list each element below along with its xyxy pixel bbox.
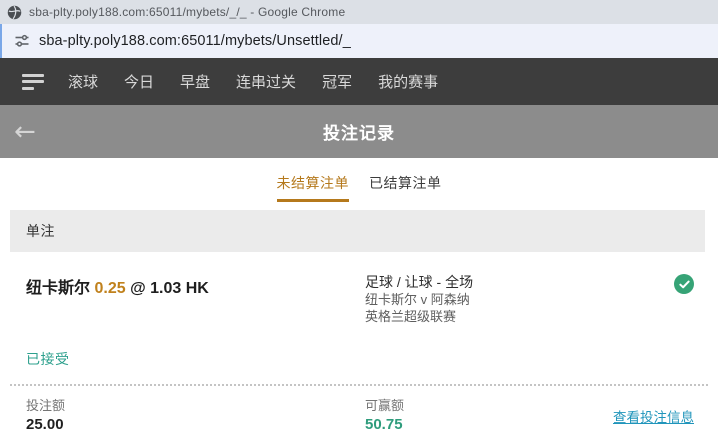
section-title: 单注 bbox=[26, 223, 55, 239]
win-column: 可赢额 50.75 bbox=[365, 397, 613, 434]
window-titlebar: sba-plty.poly188.com:65011/mybets/_/_ - … bbox=[0, 0, 718, 24]
bet-card: 纽卡斯尔 0.25 @ 1.03 HK 足球 / 让球 - 全场 纽卡斯尔 v … bbox=[0, 252, 718, 436]
bet-at-symbol: @ bbox=[130, 280, 146, 297]
bet-event-info: 足球 / 让球 - 全场 纽卡斯尔 v 阿森纳 英格兰超级联赛 bbox=[365, 274, 666, 325]
nav-item-inplay[interactable]: 滚球 bbox=[68, 71, 98, 92]
sports-navbar: 滚球 今日 早盘 连串过关 冠军 我的赛事 bbox=[0, 58, 718, 105]
address-bar[interactable]: sba-plty.poly188.com:65011/mybets/Unsett… bbox=[0, 24, 718, 58]
check-circle-icon bbox=[674, 274, 694, 294]
globe-favicon-icon bbox=[7, 5, 22, 19]
url-text[interactable]: sba-plty.poly188.com:65011/mybets/Unsett… bbox=[39, 33, 351, 49]
view-bet-details-link[interactable]: 查看投注信息 bbox=[613, 406, 694, 426]
page-header: ← 投注记录 bbox=[0, 105, 718, 158]
nav-item-outright[interactable]: 冠军 bbox=[322, 71, 352, 92]
win-value: 50.75 bbox=[365, 416, 403, 433]
nav-item-my-events[interactable]: 我的赛事 bbox=[378, 71, 438, 92]
nav-item-early[interactable]: 早盘 bbox=[180, 71, 210, 92]
bet-handicap: 0.25 bbox=[94, 280, 126, 297]
bet-selection-line: 纽卡斯尔 0.25 @ 1.03 HK bbox=[26, 274, 365, 325]
tune-icon[interactable] bbox=[14, 33, 30, 49]
browser-window: sba-plty.poly188.com:65011/mybets/_/_ - … bbox=[0, 0, 718, 436]
hamburger-menu-icon[interactable] bbox=[22, 73, 44, 90]
bet-market: 足球 / 让球 - 全场 bbox=[365, 274, 474, 290]
page-title: 投注记录 bbox=[323, 124, 395, 143]
bet-main-row: 纽卡斯尔 0.25 @ 1.03 HK 足球 / 让球 - 全场 纽卡斯尔 v … bbox=[0, 252, 718, 325]
back-arrow-icon[interactable]: ← bbox=[14, 119, 36, 145]
tab-settled[interactable]: 已结算注单 bbox=[369, 173, 442, 202]
window-title: sba-plty.poly188.com:65011/mybets/_/_ - … bbox=[29, 5, 346, 19]
bet-odds-format: HK bbox=[185, 280, 209, 297]
nav-item-parlay[interactable]: 连串过关 bbox=[236, 71, 296, 92]
bet-status-accepted: 已接受 bbox=[26, 351, 70, 367]
win-label: 可赢额 bbox=[365, 398, 405, 413]
bet-match: 纽卡斯尔 v 阿森纳 bbox=[365, 292, 470, 307]
stake-label: 投注额 bbox=[26, 398, 66, 413]
stake-value: 25.00 bbox=[26, 416, 64, 433]
bet-tabs: 未结算注单 已结算注单 bbox=[0, 158, 718, 210]
nav-item-today[interactable]: 今日 bbox=[124, 71, 154, 92]
bet-footer-row: 投注额 25.00 可赢额 50.75 查看投注信息 bbox=[0, 386, 718, 434]
section-bar-single-bet: 单注 bbox=[10, 210, 705, 252]
tab-unsettled[interactable]: 未结算注单 bbox=[276, 173, 350, 202]
stake-column: 投注额 25.00 bbox=[26, 397, 365, 434]
bet-league: 英格兰超级联赛 bbox=[365, 309, 457, 324]
bet-selection-name: 纽卡斯尔 bbox=[26, 280, 91, 297]
bet-odds: 1.03 bbox=[150, 280, 182, 297]
nav-items: 滚球 今日 早盘 连串过关 冠军 我的赛事 bbox=[68, 71, 438, 92]
